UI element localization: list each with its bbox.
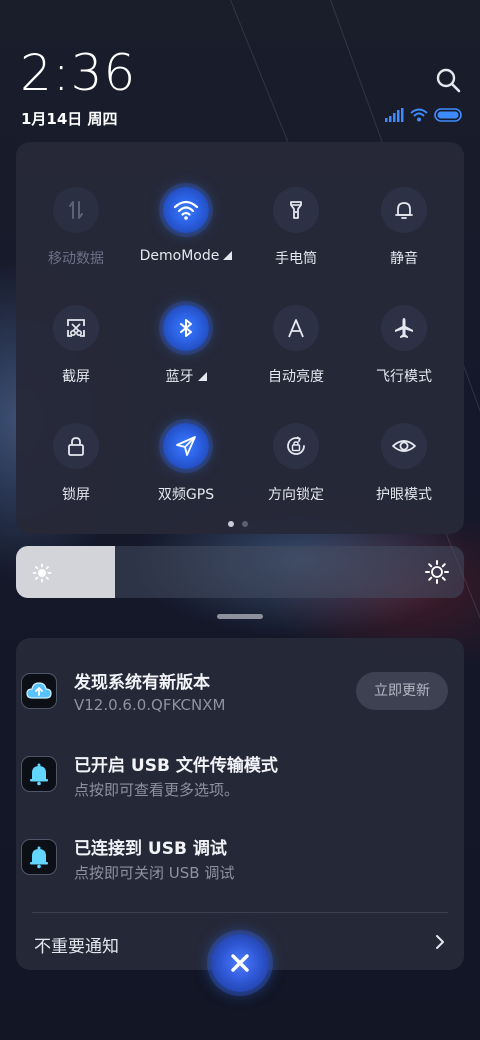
page-indicator (228, 521, 248, 527)
tile-label: 自动亮度 (268, 369, 324, 385)
bell-icon (395, 202, 413, 219)
bell-app-icon (30, 763, 48, 786)
notification-subtitle: 点按即可查看更多选项。 (74, 781, 240, 799)
brightness-fill (16, 546, 115, 598)
eye-icon (392, 440, 416, 452)
tile-lock-screen[interactable]: 锁屏 (20, 388, 132, 503)
date[interactable]: 1月14日 周四 (21, 108, 118, 129)
notification-title: 已开启 USB 文件传输模式 (74, 756, 278, 776)
tile-label: DemoMode (139, 248, 220, 264)
tile-eye-comfort[interactable]: 护眼模式 (348, 388, 460, 503)
tile-label: 蓝牙 (165, 369, 194, 385)
chevron-right-icon (436, 935, 444, 949)
rotation-lock-icon (287, 436, 305, 455)
mobile-data-icon (69, 201, 83, 219)
tile-auto-brightness[interactable]: 自动亮度 (240, 270, 352, 385)
gps-icon (176, 436, 196, 456)
tile-airplane[interactable]: 飞行模式 (348, 270, 460, 385)
search-button[interactable] (434, 66, 462, 94)
search-icon (436, 68, 461, 93)
expand-triangle-icon (223, 251, 233, 260)
tile-mobile-data[interactable]: 移动数据 (20, 152, 132, 267)
tile-label: 静音 (390, 251, 418, 267)
bluetooth-icon (180, 319, 192, 337)
tile-label: 飞行模式 (376, 369, 432, 385)
tile-demomode[interactable]: DemoMode (130, 152, 242, 264)
brightness-high-icon (425, 560, 449, 584)
cloud-update-icon (26, 682, 52, 699)
close-icon (231, 954, 249, 972)
tile-bluetooth[interactable]: 蓝牙 (130, 270, 242, 385)
expand-triangle-icon (197, 372, 207, 381)
signal-icon (385, 108, 404, 122)
tile-screenshot[interactable]: 截屏 (20, 270, 132, 385)
notification-title: 发现系统有新版本 (74, 673, 210, 693)
notification-subtitle: 点按即可关闭 USB 调试 (74, 864, 235, 882)
tile-label: 移动数据 (48, 251, 104, 267)
status-icons (384, 108, 462, 122)
bell-app-icon (30, 846, 48, 869)
update-now-button[interactable]: 立即更新 (356, 672, 448, 710)
auto-brightness-icon (288, 319, 304, 338)
notification-subtitle: V12.0.6.0.QFKCNXM (74, 696, 226, 714)
tile-label: 双频GPS (157, 487, 215, 503)
tile-label: 截屏 (62, 369, 90, 385)
flashlight-icon (290, 201, 302, 219)
tile-label: 手电筒 (275, 251, 317, 267)
tile-label: 方向锁定 (268, 487, 324, 503)
unimportant-notifications-label: 不重要通知 (34, 937, 119, 957)
clock[interactable]: 2:36 (20, 44, 136, 102)
battery-icon (434, 108, 462, 122)
clear-all-button[interactable] (211, 934, 269, 992)
brightness-slider[interactable] (16, 546, 464, 598)
page-dot-active (228, 521, 234, 527)
wifi-icon (173, 200, 199, 220)
screenshot-icon (67, 319, 85, 337)
tile-mute[interactable]: 静音 (348, 152, 460, 267)
tile-gps[interactable]: 双频GPS (130, 388, 242, 503)
lock-icon (68, 437, 84, 456)
page-dot (242, 521, 248, 527)
notification-title: 已连接到 USB 调试 (74, 839, 227, 859)
wifi-status-icon (410, 108, 428, 122)
airplane-icon (395, 318, 413, 338)
drag-handle[interactable] (217, 614, 263, 619)
tile-label: 护眼模式 (376, 487, 432, 503)
tile-label: 锁屏 (62, 487, 90, 503)
tile-rotation-lock[interactable]: 方向锁定 (240, 388, 352, 503)
divider (32, 912, 448, 913)
brightness-low-icon (32, 563, 52, 583)
tile-flashlight[interactable]: 手电筒 (240, 152, 352, 267)
